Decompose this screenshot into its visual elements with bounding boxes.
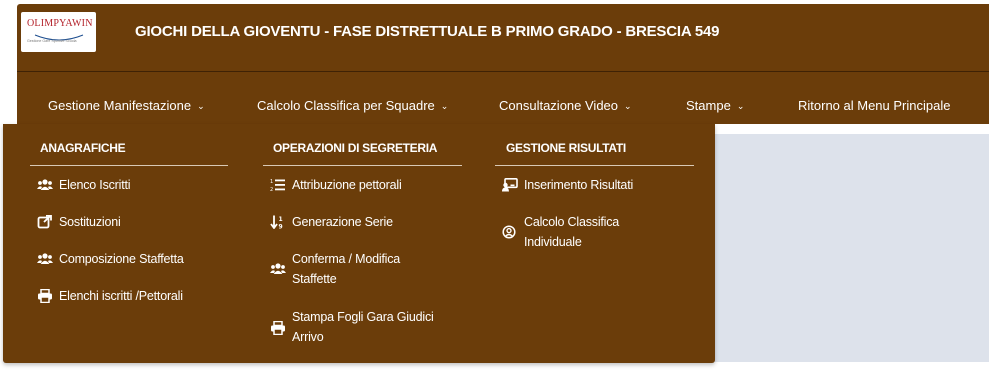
- nav-label: Gestione Manifestazione: [48, 98, 192, 113]
- logo-subtext: Gestione Gare Sportive Scuola: [27, 39, 77, 43]
- column-heading-anagrafiche: ANAGRAFICHE: [40, 141, 126, 155]
- users-icon: [37, 253, 53, 264]
- column-heading-gestione-risultati: GESTIONE RISULTATI: [506, 141, 626, 155]
- chevron-down-icon: ⌄: [197, 101, 205, 111]
- numbered-list-icon: 1 2: [270, 179, 285, 192]
- menu-item-label: Conferma / Modifica Staffette: [292, 252, 401, 286]
- menu-item-label: Elenco Iscritti: [59, 178, 131, 192]
- nav-ritorno-menu-principale[interactable]: Ritorno al Menu Principale: [798, 98, 950, 113]
- menu-item-label: Attribuzione pettorali: [292, 178, 402, 192]
- menu-item-label: Calcolo Classifica Individuale: [524, 215, 620, 249]
- sort-numeric-icon: 1 9: [270, 215, 283, 230]
- external-link-icon: [37, 215, 52, 229]
- nav-calcolo-classifica-squadre[interactable]: Calcolo Classifica per Squadre ⌄: [257, 98, 448, 113]
- menu-item-label: Stampa Fogli Gara Giudici Arrivo: [292, 310, 434, 344]
- menu-item-conferma-modifica-staffette[interactable]: Conferma / Modifica Staffette: [270, 249, 440, 291]
- app-header: OLIMPYAWIN Gestione Gare Sportive Scuola…: [17, 4, 989, 124]
- app-logo[interactable]: OLIMPYAWIN Gestione Gare Sportive Scuola: [21, 12, 96, 52]
- menu-item-label: Generazione Serie: [292, 215, 393, 229]
- chevron-down-icon: ⌄: [624, 101, 632, 111]
- nav-label: Calcolo Classifica per Squadre: [257, 98, 435, 113]
- nav-consultazione-video[interactable]: Consultazione Video ⌄: [499, 98, 632, 113]
- column-divider: [263, 165, 462, 166]
- column-divider: [30, 165, 228, 166]
- svg-text:2: 2: [270, 187, 273, 192]
- gestione-manifestazione-dropdown: ANAGRAFICHE Elenco Iscritti Sostituzioni…: [3, 124, 715, 363]
- chevron-down-icon: ⌄: [736, 101, 745, 111]
- menu-item-label: Inserimento Risultati: [524, 178, 634, 192]
- menu-item-stampa-fogli-gara[interactable]: Stampa Fogli Gara Giudici Arrivo: [270, 307, 455, 349]
- nav-stampe[interactable]: Stampe ⌄: [686, 98, 744, 113]
- chevron-down-icon: ⌄: [440, 101, 449, 111]
- svg-text:9: 9: [279, 224, 283, 230]
- printer-icon: [38, 289, 52, 303]
- nav-label: Stampe: [686, 98, 731, 113]
- menu-item-label: Composizione Staffetta: [59, 252, 184, 266]
- nav-label: Consultazione Video: [499, 98, 619, 113]
- header-divider: [17, 71, 989, 72]
- svg-text:1: 1: [279, 216, 283, 223]
- logo-text: OLIMPYAWIN: [27, 18, 93, 29]
- printer-icon: [271, 321, 285, 335]
- menu-item-label: Elenchi iscritti /Pettorali: [59, 289, 183, 303]
- menu-item-label: Sostituzioni: [59, 215, 121, 229]
- nav-label: Ritorno al Menu Principale: [798, 98, 951, 113]
- menu-item-calcolo-classifica-individuale[interactable]: Calcolo Classifica Individuale: [502, 212, 672, 254]
- content-area: [700, 134, 989, 362]
- column-heading-operazioni-segreteria: OPERAZIONI DI SEGRETERIA: [273, 141, 438, 155]
- users-icon: [37, 179, 53, 190]
- page-title: GIOCHI DELLA GIOVENTU - FASE DISTRETTUAL…: [135, 23, 720, 40]
- users-icon: [270, 263, 286, 274]
- user-circle-icon: [502, 225, 516, 239]
- svg-text:1: 1: [270, 179, 273, 185]
- column-divider: [495, 165, 694, 166]
- chalkboard-user-icon: [502, 178, 518, 192]
- nav-gestione-manifestazione[interactable]: Gestione Manifestazione ⌄: [48, 98, 205, 113]
